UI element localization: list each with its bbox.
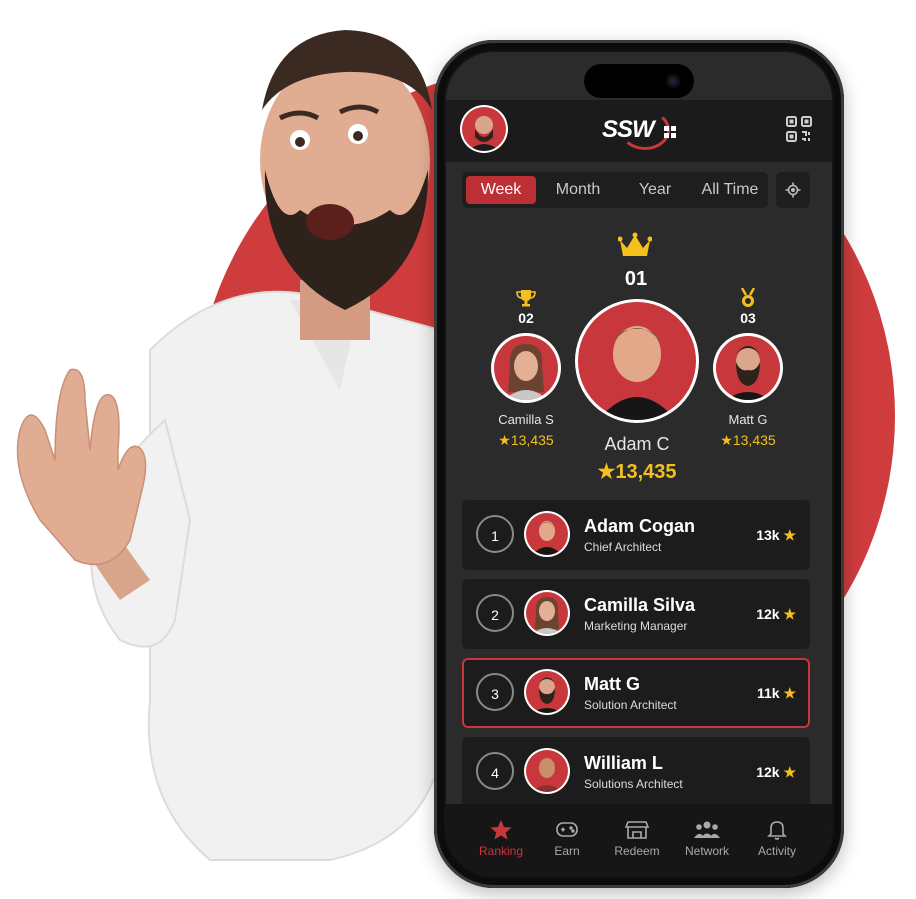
row-name: William L: [584, 753, 663, 773]
nav-ranking[interactable]: Ranking: [466, 818, 536, 858]
row-role: Solutions Architect: [584, 777, 683, 791]
podium-first-avatar[interactable]: [578, 302, 696, 420]
period-tabs: Week Month Year All Time: [462, 172, 768, 208]
podium-second-rank: 02: [518, 310, 534, 326]
leaderboard-row[interactable]: 2 Camilla Silva Marketing Manager 12k ★: [462, 579, 810, 649]
star-icon: ★: [783, 606, 796, 622]
app-screen: SSW Week Month Year All Time 01 Adam C ★…: [446, 52, 832, 876]
podium-second-avatar[interactable]: [494, 336, 558, 400]
star-icon: ★: [597, 461, 616, 483]
row-name: Camilla Silva: [584, 595, 696, 615]
star-icon: ★: [720, 432, 733, 448]
avatar: [526, 671, 568, 713]
podium-first-rank: 01: [624, 268, 648, 290]
profile-avatar-icon: [468, 116, 500, 151]
trophy-icon: [516, 290, 536, 307]
row-name: Adam Cogan: [584, 516, 696, 536]
qr-code-icon[interactable]: [784, 114, 814, 144]
podium-first-points: ★13,435: [597, 461, 677, 483]
nav-redeem[interactable]: Redeem: [602, 818, 672, 858]
medal-icon: [740, 288, 756, 307]
crown-icon: [618, 232, 652, 256]
person-avatar-icon: [598, 326, 676, 420]
tab-all-time[interactable]: All Time: [692, 176, 768, 204]
tab-year[interactable]: Year: [620, 176, 690, 204]
star-icon: ★: [783, 527, 796, 543]
row-points: 12k ★: [756, 606, 796, 622]
rank-badge: 2: [476, 594, 514, 632]
nav-earn[interactable]: Earn: [532, 818, 602, 858]
top-bar: SSW: [446, 100, 832, 162]
ranking-content: Week Month Year All Time 01 Adam C ★13,4…: [446, 162, 832, 814]
podium-second-name: Camilla S: [498, 412, 554, 427]
leaderboard-row-current-user[interactable]: 3 Matt G Solution Architect 11k ★: [462, 658, 810, 728]
row-role: Solution Architect: [584, 698, 677, 712]
row-points: 12k ★: [756, 764, 796, 780]
nav-activity[interactable]: Activity: [742, 818, 812, 858]
camera-icon: [666, 74, 680, 88]
profile-avatar[interactable]: [462, 107, 506, 151]
dynamic-island: [584, 64, 694, 98]
person-avatar-icon: [504, 344, 548, 400]
star-icon: [490, 820, 512, 840]
star-icon: ★: [783, 764, 796, 780]
avatar: [526, 592, 568, 634]
podium-first-name: Adam C: [604, 434, 670, 454]
row-points: 11k ★: [756, 685, 796, 701]
podium-third-name: Matt G: [728, 412, 768, 427]
row-name: Matt G: [584, 674, 640, 694]
tab-week[interactable]: Week: [466, 176, 536, 204]
people-icon: [694, 821, 720, 838]
star-icon: ★: [498, 432, 511, 448]
bearded-man-illustration: [16, 30, 441, 861]
tab-month[interactable]: Month: [540, 176, 616, 204]
gamepad-icon: [556, 822, 578, 837]
podium-third-rank: 03: [740, 310, 756, 326]
bottom-navigation: Ranking Earn Redeem Network Activity: [446, 804, 832, 876]
rank-badge: 4: [476, 752, 514, 790]
leaderboard-row[interactable]: 1 Adam Cogan Chief Architect 13k ★: [462, 500, 810, 570]
row-role: Chief Architect: [584, 540, 662, 554]
podium-second-points: ★13,435: [498, 432, 554, 448]
location-filter-button[interactable]: [776, 172, 810, 208]
ssw-logo: SSW: [602, 108, 682, 150]
avatar: [526, 513, 568, 555]
rank-badge: 1: [476, 515, 514, 553]
bell-icon: [767, 821, 787, 840]
podium-third-points: ★13,435: [720, 432, 776, 448]
podium-third-avatar[interactable]: [716, 336, 780, 400]
row-role: Marketing Manager: [584, 619, 688, 633]
person-avatar-icon: [726, 346, 770, 400]
nav-network[interactable]: Network: [672, 818, 742, 858]
store-icon: [624, 821, 650, 839]
row-points: 13k ★: [756, 527, 796, 543]
crosshair-icon: [785, 182, 801, 198]
leaderboard-row[interactable]: 4 William L Solutions Architect 12k ★: [462, 737, 810, 807]
avatar: [526, 750, 568, 792]
rank-badge: 3: [476, 673, 514, 711]
star-icon: ★: [783, 685, 796, 701]
